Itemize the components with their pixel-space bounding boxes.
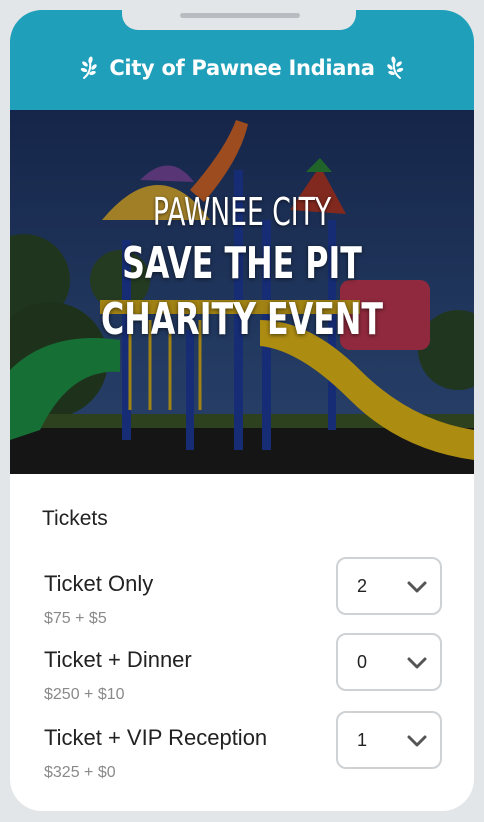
chevron-down-icon <box>407 657 427 669</box>
quantity-select[interactable]: 0 <box>336 633 442 691</box>
hero-banner: PAWNEE CITY SAVE THE PIT CHARITY EVENT <box>10 110 474 474</box>
laurel-icon <box>81 56 98 79</box>
quantity-select[interactable]: 2 <box>336 557 442 615</box>
chevron-down-icon <box>407 735 427 747</box>
ticket-name: Ticket Only <box>44 571 154 596</box>
laurel-icon <box>386 56 403 79</box>
ticket-name: Ticket + VIP Reception <box>44 725 268 750</box>
hero-title-line1: SAVE THE PIT <box>122 238 362 289</box>
ticket-price: $75 + $5 <box>44 610 107 627</box>
ticket-price: $250 + $10 <box>44 686 125 703</box>
hero-title-line2: CHARITY EVENT <box>101 294 383 345</box>
chevron-down-icon <box>407 581 427 593</box>
phone-frame: City of Pawnee Indiana PAWNEE CITY SAVE … <box>10 10 474 811</box>
ticket-price: $325 + $0 <box>44 764 116 781</box>
device-notch <box>122 10 356 30</box>
quantity-value: 0 <box>357 652 368 672</box>
ticket-row-ticket-dinner: Ticket + Dinner $250 + $10 0 <box>10 633 474 717</box>
notch-speaker <box>180 13 300 18</box>
hero-subtitle: PAWNEE CITY <box>152 190 332 234</box>
quantity-value: 1 <box>357 730 368 750</box>
tickets-heading: Tickets <box>42 507 108 530</box>
ticket-row-ticket-only: Ticket Only $75 + $5 2 <box>10 557 474 641</box>
ticket-name: Ticket + Dinner <box>44 647 192 672</box>
ticket-row-vip-reception: Ticket + VIP Reception $325 + $0 1 <box>10 711 474 795</box>
header-title: City of Pawnee Indiana <box>109 56 375 80</box>
hero-text: PAWNEE CITY SAVE THE PIT CHARITY EVENT <box>10 188 474 348</box>
quantity-value: 2 <box>357 576 368 596</box>
quantity-select[interactable]: 1 <box>336 711 442 769</box>
